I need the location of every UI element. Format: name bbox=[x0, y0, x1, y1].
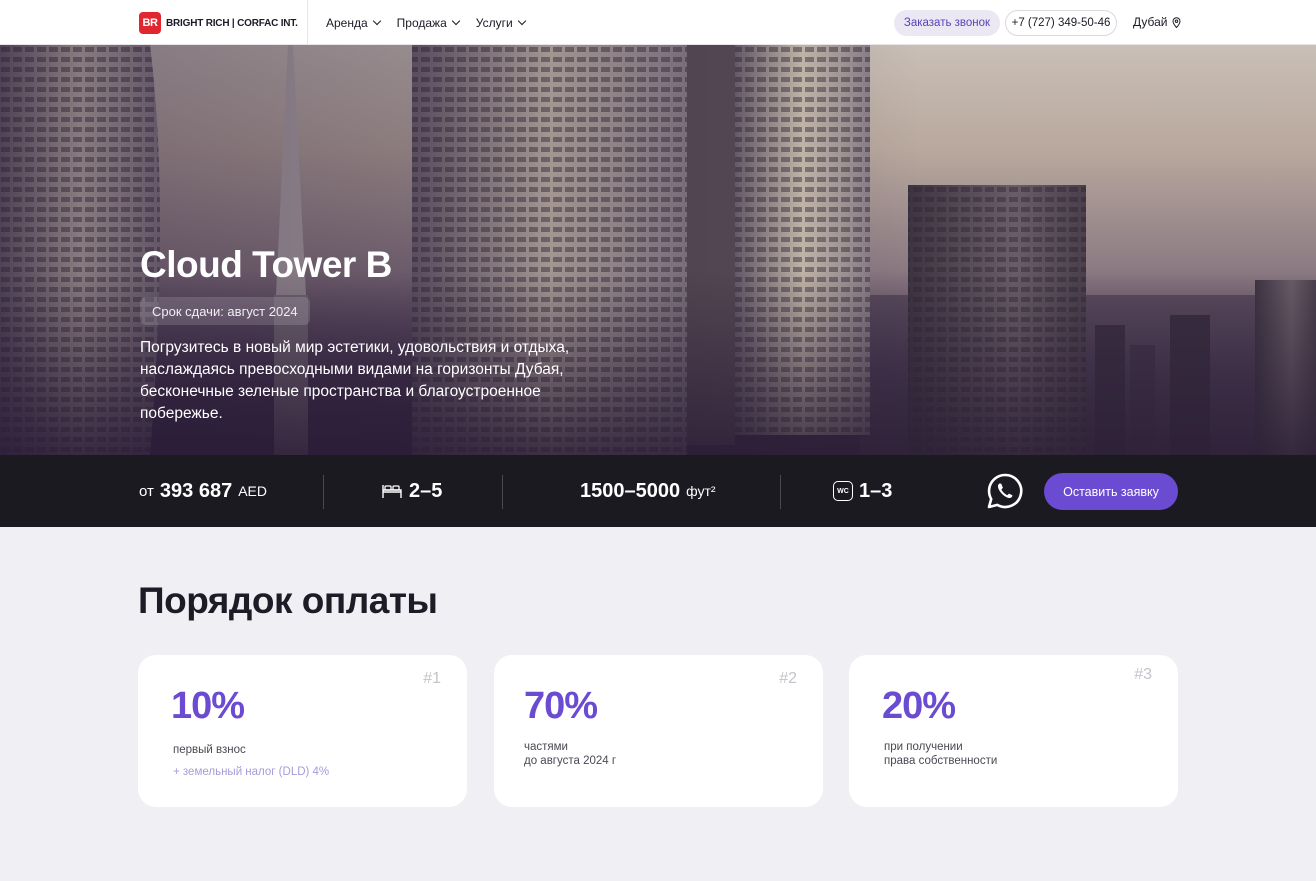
logo[interactable]: BR BRIGHT RICH | CORFAC INT. bbox=[139, 12, 298, 34]
project-title: Cloud Tower B bbox=[140, 244, 392, 285]
bathrooms-stat: WC 1–3 bbox=[833, 455, 892, 527]
card-description-2: права собственности bbox=[884, 755, 998, 767]
area-stat: 1500–5000 фут² bbox=[580, 455, 716, 527]
phone-link[interactable]: +7 (727) 349-50-46 bbox=[1005, 10, 1117, 36]
card-number: #3 bbox=[1134, 666, 1152, 683]
nav-item-sale[interactable]: Продажа bbox=[396, 15, 460, 30]
card-description: частями bbox=[524, 741, 568, 753]
payment-card: #2 70% частями до августа 2024 г bbox=[494, 655, 823, 807]
stats-divider bbox=[502, 475, 503, 509]
card-percent: 10% bbox=[171, 685, 245, 727]
logo-text: BRIGHT RICH | CORFAC INT. bbox=[166, 17, 298, 29]
card-description-2: до августа 2024 г bbox=[524, 755, 617, 767]
nav-item-label: Услуги bbox=[475, 15, 513, 30]
card-percent: 20% bbox=[882, 685, 956, 727]
nav-item-rent[interactable]: Аренда bbox=[326, 15, 381, 30]
wc-icon: WC bbox=[833, 481, 853, 501]
header-divider bbox=[307, 0, 308, 45]
payment-card: #1 10% первый взнос + земельный налог (D… bbox=[138, 655, 467, 807]
delivery-date-badge: Срок сдачи: август 2024 bbox=[140, 297, 310, 325]
stats-divider bbox=[323, 475, 324, 509]
stats-divider bbox=[780, 475, 781, 509]
bathrooms-value: 1–3 bbox=[859, 479, 893, 502]
logo-mark: BR bbox=[139, 12, 161, 34]
card-note: + земельный налог (DLD) 4% bbox=[173, 766, 330, 778]
city-label: Дубай bbox=[1133, 15, 1168, 29]
chevron-down-icon bbox=[517, 16, 526, 25]
request-call-button[interactable]: Заказать звонок bbox=[894, 10, 1000, 36]
area-unit: фут² bbox=[686, 483, 716, 499]
payment-card: #3 20% при получении права собственности bbox=[849, 655, 1178, 807]
card-number: #2 bbox=[779, 670, 797, 687]
nav-item-services[interactable]: Услуги bbox=[475, 15, 526, 30]
site-header: BR BRIGHT RICH | CORFAC INT. Аренда Прод… bbox=[0, 0, 1316, 45]
project-description: Погрузитесь в новый мир эстетики, удовол… bbox=[140, 339, 570, 422]
location-pin-icon bbox=[1171, 16, 1181, 28]
leave-request-button[interactable]: Оставить заявку bbox=[1044, 473, 1178, 510]
chevron-down-icon bbox=[372, 16, 381, 25]
card-description: при получении bbox=[884, 741, 963, 753]
price-value: 393 687 bbox=[159, 479, 233, 502]
card-percent: 70% bbox=[524, 685, 598, 727]
nav-item-label: Аренда bbox=[326, 15, 368, 30]
main-nav: Аренда Продажа Услуги bbox=[326, 0, 526, 45]
bed-icon bbox=[382, 485, 402, 498]
bedrooms-stat: 2–5 bbox=[381, 455, 442, 527]
area-value: 1500–5000 bbox=[580, 479, 681, 502]
card-description: первый взнос bbox=[173, 744, 246, 756]
price-stat: от 393 687 AED bbox=[139, 455, 267, 527]
price-prefix: от bbox=[139, 482, 154, 500]
price-unit: AED bbox=[238, 483, 267, 499]
chevron-down-icon bbox=[451, 16, 460, 25]
payment-section-title: Порядок оплаты bbox=[138, 580, 438, 621]
hero-banner: Cloud Tower B Срок сдачи: август 2024 По… bbox=[0, 45, 1316, 455]
card-number: #1 bbox=[423, 670, 441, 687]
whatsapp-icon[interactable] bbox=[986, 472, 1024, 510]
city-selector[interactable]: Дубай bbox=[1133, 15, 1181, 29]
bedrooms-value: 2–5 bbox=[409, 479, 443, 502]
nav-item-label: Продажа bbox=[396, 15, 447, 30]
